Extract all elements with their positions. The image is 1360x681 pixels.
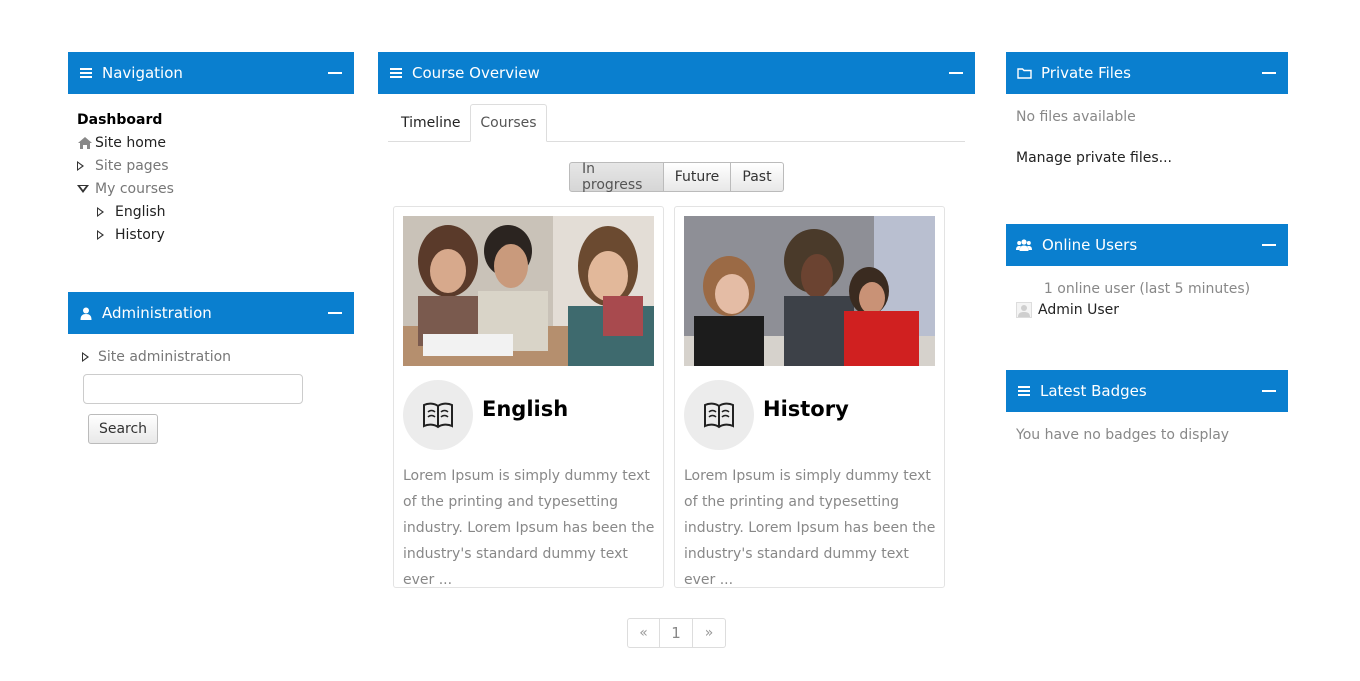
collapse-icon[interactable] — [328, 72, 342, 74]
nav-item-site-home[interactable]: Site home — [77, 131, 354, 154]
tab-timeline[interactable]: Timeline — [401, 104, 461, 142]
private-files-block: Private Files No files available Manage … — [1006, 52, 1288, 166]
administration-header: Administration — [68, 292, 354, 334]
pagination-page-button[interactable]: 1 — [660, 618, 693, 648]
triangle-right-icon — [97, 206, 115, 217]
course-card-history[interactable]: History Lorem Ipsum is simply dummy text… — [674, 206, 945, 588]
tab-courses[interactable]: Courses — [470, 104, 547, 142]
online-users-header: Online Users — [1006, 224, 1288, 266]
course-description: Lorem Ipsum is simply dummy text of the … — [684, 468, 936, 588]
navigation-title: Navigation — [102, 64, 183, 82]
latest-badges-header: Latest Badges — [1006, 370, 1288, 412]
nav-item-my-courses[interactable]: My courses — [77, 177, 354, 200]
no-badges-text: You have no badges to display — [1016, 427, 1230, 443]
course-overview-header: Course Overview — [378, 52, 975, 94]
book-icon — [684, 380, 754, 450]
collapse-icon[interactable] — [328, 312, 342, 314]
nav-item-site-pages[interactable]: Site pages — [77, 154, 354, 177]
nav-item-label: English — [115, 203, 166, 220]
filter-past-button[interactable]: Past — [731, 162, 784, 192]
course-description: Lorem Ipsum is simply dummy text of the … — [403, 468, 655, 588]
latest-badges-block: Latest Badges You have no badges to disp… — [1006, 370, 1288, 443]
online-users-title: Online Users — [1042, 236, 1138, 254]
nav-item-label: History — [115, 226, 165, 243]
course-filter-group: In progress Future Past — [569, 161, 784, 193]
navigation-block: Navigation Dashboard Site home Site page… — [68, 52, 354, 246]
private-files-header: Private Files — [1006, 52, 1288, 94]
online-users-block: Online Users 1 online user (last 5 minut… — [1006, 224, 1288, 318]
folder-icon — [1016, 65, 1032, 81]
admin-search-button[interactable]: Search — [88, 414, 158, 444]
manage-private-files-link[interactable]: Manage private files... — [1016, 150, 1288, 166]
no-files-text: No files available — [1016, 109, 1136, 125]
hamburger-icon — [388, 65, 404, 81]
course-card-english[interactable]: English Lorem Ipsum is simply dummy text… — [393, 206, 664, 588]
online-users-summary: 1 online user (last 5 minutes) — [1043, 281, 1251, 297]
nav-item-label: Site pages — [95, 157, 169, 174]
pagination: « 1 » — [627, 618, 726, 648]
course-name[interactable]: English — [482, 397, 568, 421]
nav-item-english[interactable]: English — [77, 200, 354, 223]
nav-item-label: Dashboard — [77, 111, 163, 128]
filter-future-button[interactable]: Future — [664, 162, 731, 192]
triangle-right-icon — [77, 160, 95, 171]
course-name[interactable]: History — [763, 397, 849, 421]
administration-title: Administration — [102, 304, 212, 322]
collapse-icon[interactable] — [1262, 390, 1276, 392]
avatar — [1016, 302, 1032, 318]
collapse-icon[interactable] — [949, 72, 963, 74]
book-icon — [403, 380, 473, 450]
nav-item-label: Site home — [95, 134, 167, 151]
hamburger-icon — [1016, 383, 1032, 399]
course-image — [684, 216, 935, 366]
triangle-right-icon — [97, 229, 115, 240]
course-overview-block: Course Overview Timeline Courses In prog… — [378, 52, 975, 648]
users-icon — [1016, 237, 1032, 253]
navigation-tree: Dashboard Site home Site pages My course… — [68, 94, 354, 246]
triangle-right-icon — [82, 352, 98, 362]
home-icon — [77, 136, 95, 150]
admin-search-input[interactable] — [83, 374, 303, 404]
private-files-title: Private Files — [1041, 64, 1131, 82]
latest-badges-title: Latest Badges — [1040, 382, 1147, 400]
nav-item-label: My courses — [95, 180, 174, 197]
triangle-down-icon — [77, 184, 95, 193]
course-overview-title: Course Overview — [412, 64, 540, 82]
online-user-row[interactable]: Admin User — [1016, 302, 1288, 318]
online-user-name[interactable]: Admin User — [1038, 302, 1119, 318]
administration-block: Administration Site administration Searc… — [68, 292, 354, 444]
navigation-header: Navigation — [68, 52, 354, 94]
administration-body: Site administration Search — [68, 334, 354, 444]
pagination-prev-button[interactable]: « — [627, 618, 660, 648]
site-administration-label: Site administration — [98, 349, 232, 365]
nav-item-dashboard[interactable]: Dashboard — [77, 108, 354, 131]
hamburger-icon — [78, 65, 94, 81]
collapse-icon[interactable] — [1262, 72, 1276, 74]
course-image — [403, 216, 654, 366]
collapse-icon[interactable] — [1262, 244, 1276, 246]
filter-in-progress-button[interactable]: In progress — [569, 161, 664, 193]
overview-tabs: Timeline Courses — [388, 94, 965, 142]
pagination-next-button[interactable]: » — [693, 618, 726, 648]
user-icon — [78, 305, 94, 321]
site-administration-link[interactable]: Site administration — [82, 348, 354, 366]
nav-item-history[interactable]: History — [77, 223, 354, 246]
